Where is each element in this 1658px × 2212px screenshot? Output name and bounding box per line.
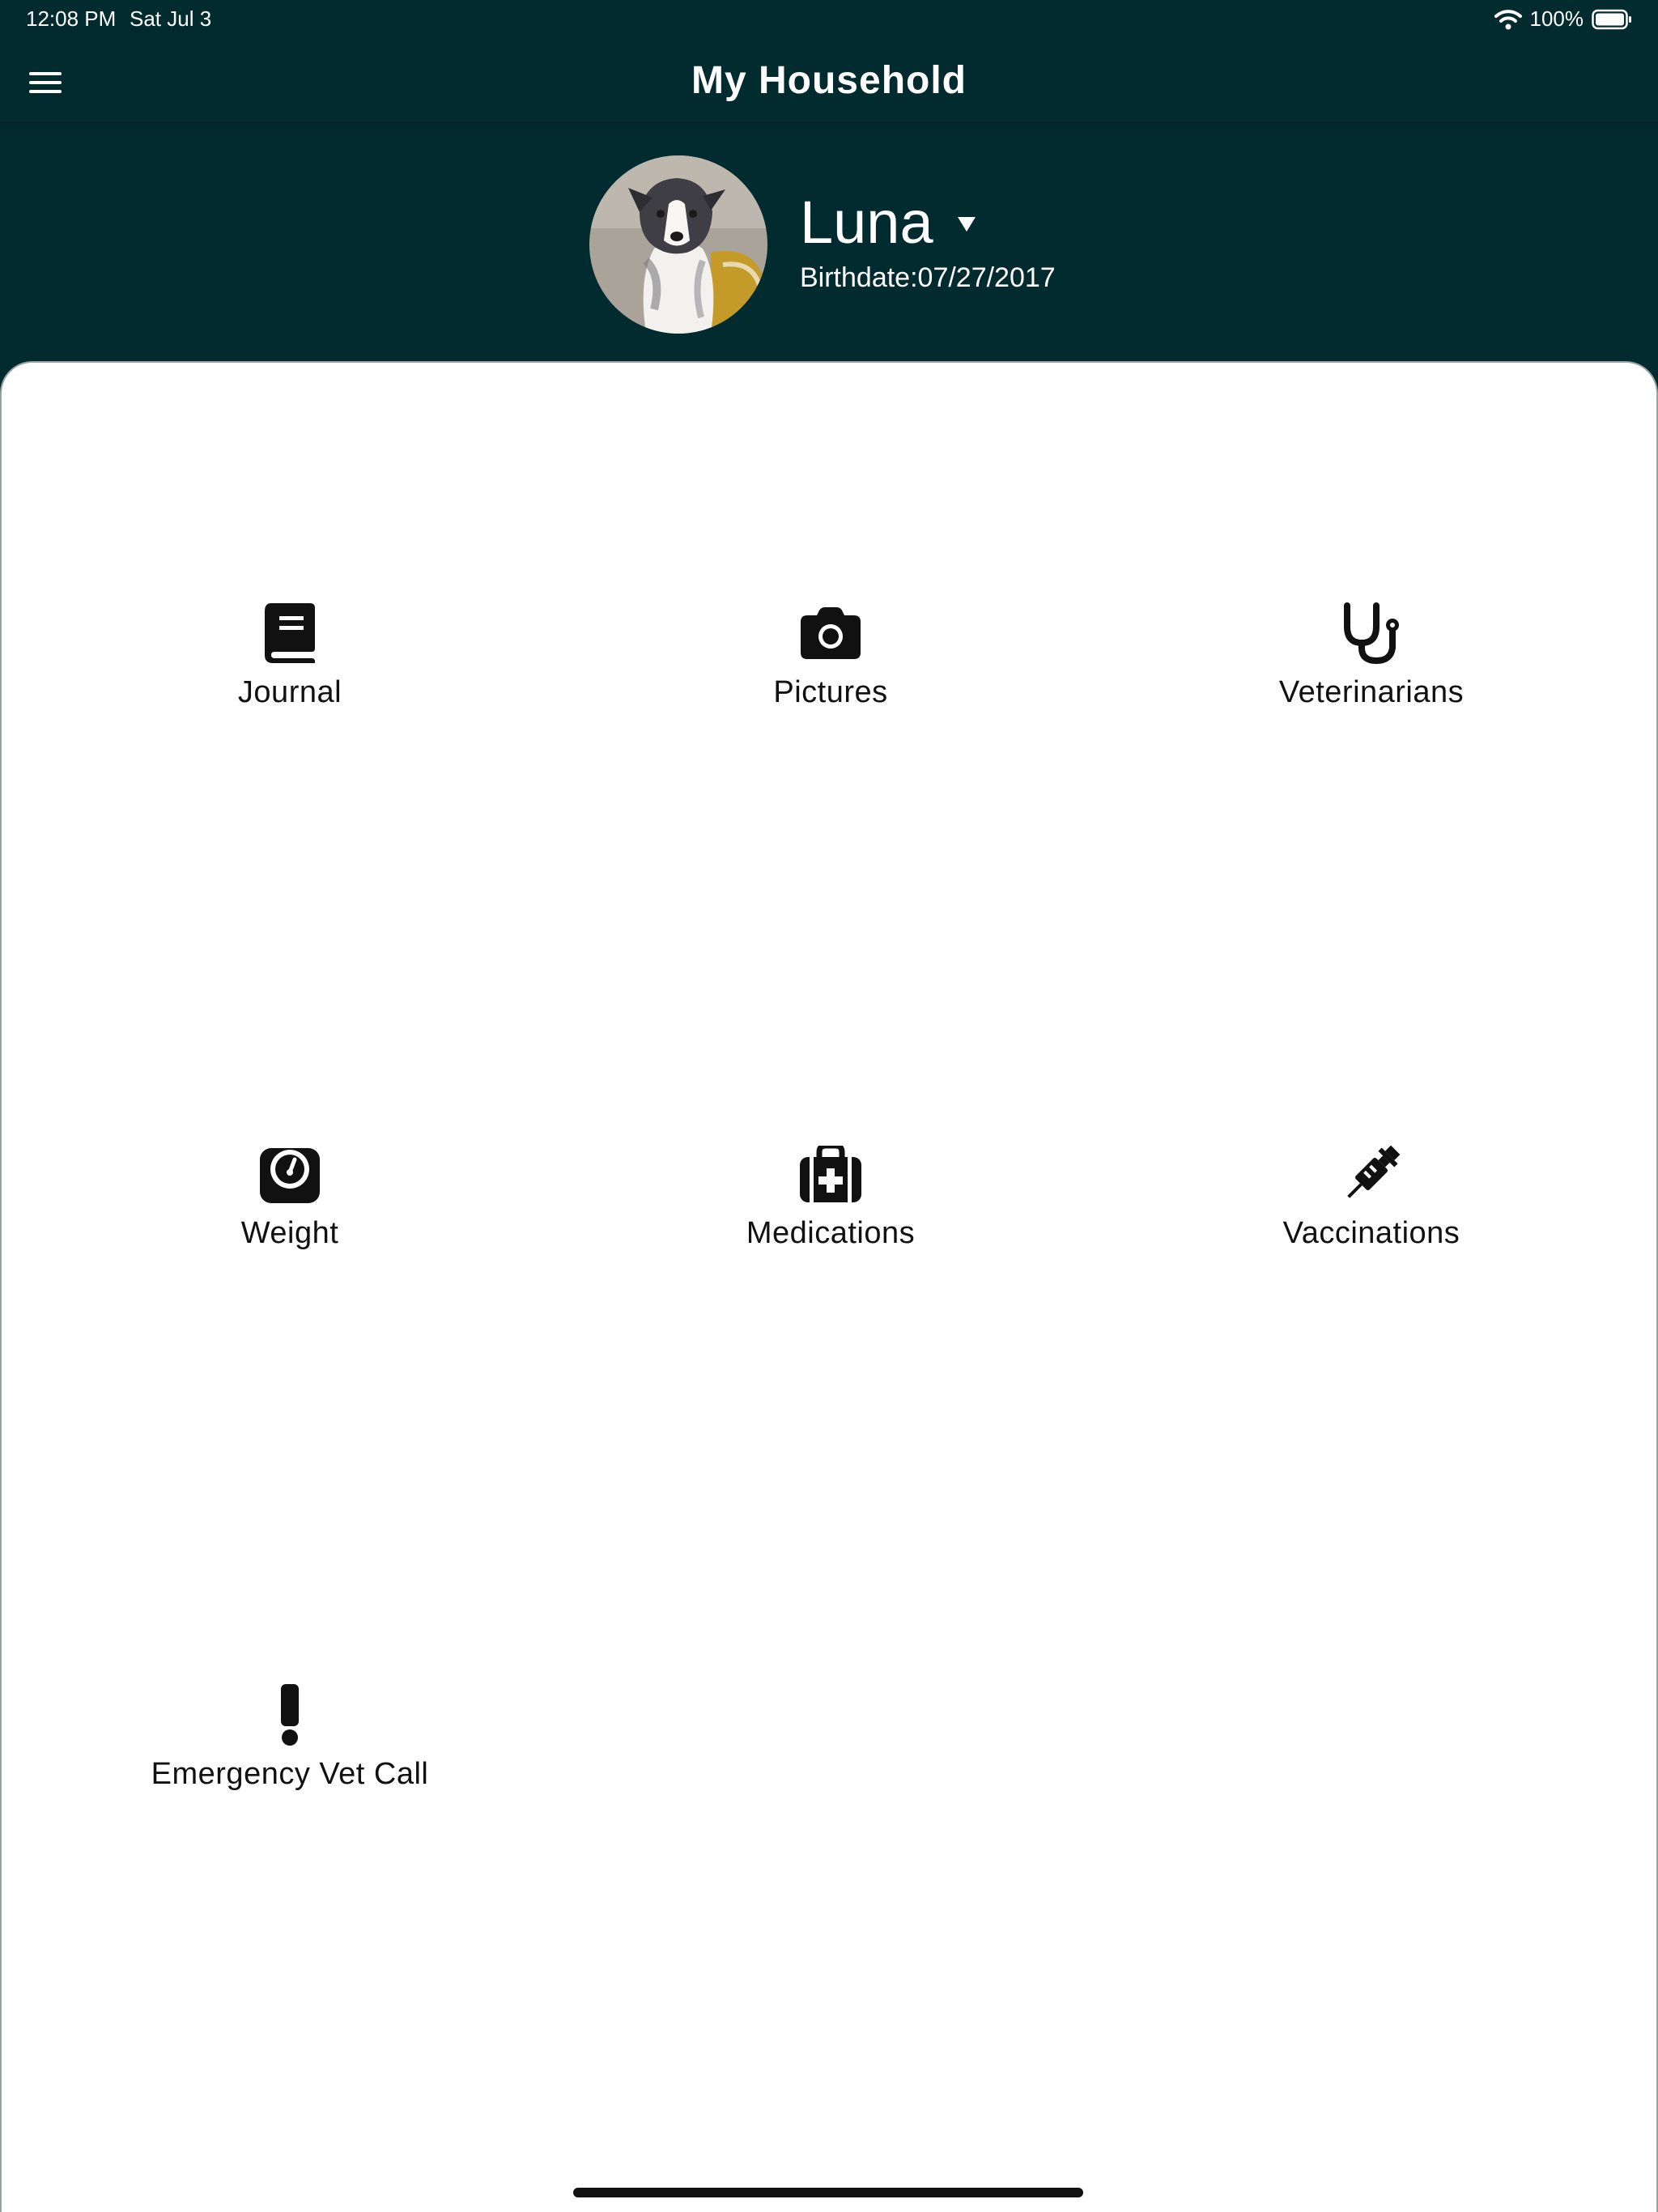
app-screen: 12:08 PM Sat Jul 3 100% My Household Lun… xyxy=(0,0,1658,2212)
wifi-icon xyxy=(1494,9,1522,30)
stethoscope-icon xyxy=(1339,601,1404,666)
feature-grid: Journal Pictures Veterinarians Weight Me… xyxy=(0,361,1658,2212)
home-indicator[interactable] xyxy=(573,2188,1083,2197)
emergency-vet-call-tile[interactable]: Emergency Vet Call xyxy=(63,1682,517,1796)
veterinarians-label: Veterinarians xyxy=(1278,675,1465,709)
battery-percentage: 100% xyxy=(1529,6,1584,31)
vaccinations-label: Vaccinations xyxy=(1282,1216,1460,1250)
medications-tile[interactable]: Medications xyxy=(604,1142,1057,1255)
veterinarians-tile[interactable]: Veterinarians xyxy=(1145,601,1598,714)
medical-kit-icon xyxy=(798,1142,863,1206)
weight-scale-icon xyxy=(257,1142,322,1206)
app-bar: My Household xyxy=(0,37,1658,130)
dog-photo xyxy=(589,155,767,334)
journal-label: Journal xyxy=(237,675,342,709)
status-indicators: 100% xyxy=(1494,6,1633,32)
weight-label: Weight xyxy=(240,1216,339,1250)
syringe-icon xyxy=(1339,1142,1404,1206)
status-date: Sat Jul 3 xyxy=(130,6,212,31)
pet-avatar[interactable] xyxy=(589,155,767,334)
book-icon xyxy=(257,601,322,666)
exclamation-icon xyxy=(257,1682,322,1747)
pet-name: Luna xyxy=(800,189,933,256)
page-title: My Household xyxy=(691,59,967,102)
pictures-tile[interactable]: Pictures xyxy=(604,601,1057,714)
journal-tile[interactable]: Journal xyxy=(63,601,517,714)
medications-label: Medications xyxy=(746,1216,916,1250)
weight-tile[interactable]: Weight xyxy=(63,1142,517,1255)
status-time: 12:08 PM xyxy=(26,6,117,31)
pet-selector[interactable]: Luna xyxy=(800,193,976,253)
battery-icon xyxy=(1592,9,1632,30)
status-bar: 12:08 PM Sat Jul 3 100% xyxy=(0,0,1658,37)
pictures-label: Pictures xyxy=(773,675,888,709)
pet-birthdate: Birthdate:07/27/2017 xyxy=(800,262,1056,293)
vaccinations-tile[interactable]: Vaccinations xyxy=(1145,1142,1598,1255)
camera-icon xyxy=(798,601,863,666)
pet-header: Luna Birthdate:07/27/2017 xyxy=(0,130,1658,364)
emergency-vet-call-label: Emergency Vet Call xyxy=(151,1757,429,1791)
caret-down-icon xyxy=(957,216,976,236)
